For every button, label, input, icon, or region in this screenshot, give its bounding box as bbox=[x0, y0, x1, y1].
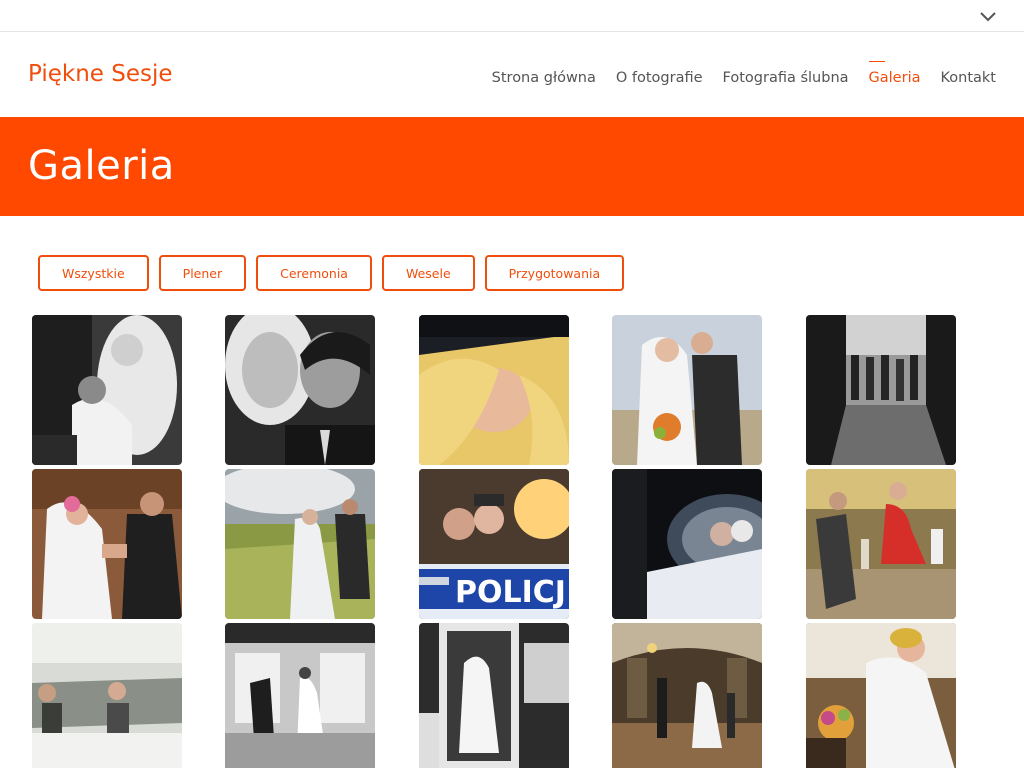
gallery-photo[interactable] bbox=[225, 469, 375, 619]
nav-item-about[interactable]: O fotografie bbox=[616, 70, 703, 86]
gallery-photo[interactable] bbox=[225, 623, 375, 768]
nav-item-wedding[interactable]: Fotografia ślubna bbox=[723, 70, 849, 86]
nav-item-gallery[interactable]: Galeria bbox=[868, 61, 920, 86]
filter-preparation-button[interactable]: Przygotowania bbox=[484, 255, 625, 291]
page-banner: Galeria bbox=[0, 117, 1024, 216]
gallery-photo[interactable] bbox=[32, 469, 182, 619]
filter-outdoor-button[interactable]: Plener bbox=[158, 255, 247, 291]
gallery-photo[interactable] bbox=[806, 315, 956, 465]
nav-item-home[interactable]: Strona główna bbox=[492, 70, 596, 86]
site-logo[interactable]: Piękne Sesje bbox=[28, 61, 173, 87]
nav-item-contact[interactable]: Kontakt bbox=[940, 70, 996, 86]
gallery-photo[interactable] bbox=[225, 315, 375, 465]
police-car-text: POLICJ bbox=[455, 575, 566, 610]
gallery-filters: Wszystkie Plener Ceremonia Wesele Przygo… bbox=[38, 255, 625, 297]
site-header: Piękne Sesje Strona główna O fotografie … bbox=[0, 32, 1024, 117]
chevron-down-icon[interactable] bbox=[978, 6, 998, 26]
gallery-photo[interactable] bbox=[806, 469, 956, 619]
filter-reception-button[interactable]: Wesele bbox=[381, 255, 475, 291]
main-nav: Strona główna O fotografie Fotografia śl… bbox=[492, 61, 996, 86]
top-bar bbox=[0, 0, 1024, 32]
gallery-photo[interactable] bbox=[612, 469, 762, 619]
gallery-photo[interactable] bbox=[419, 623, 569, 768]
gallery-photo[interactable]: POLICJ bbox=[419, 469, 569, 619]
page-title: Galeria bbox=[28, 143, 175, 189]
gallery-photo[interactable] bbox=[612, 315, 762, 465]
gallery-photo[interactable] bbox=[419, 315, 569, 465]
gallery-photo[interactable] bbox=[806, 623, 956, 768]
filter-ceremony-button[interactable]: Ceremonia bbox=[256, 255, 372, 291]
gallery-photo[interactable] bbox=[612, 623, 762, 768]
gallery-photo[interactable] bbox=[32, 315, 182, 465]
gallery-photo[interactable] bbox=[32, 623, 182, 768]
filter-all-button[interactable]: Wszystkie bbox=[38, 255, 149, 297]
